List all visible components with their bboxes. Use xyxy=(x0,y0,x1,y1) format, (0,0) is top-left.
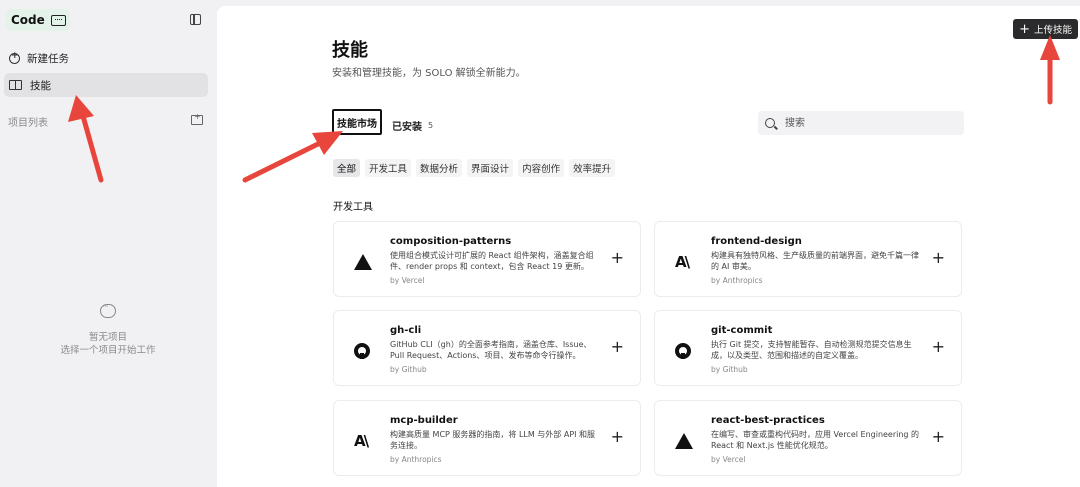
search-box[interactable] xyxy=(758,111,964,135)
filter-chip-content[interactable]: 内容创作 xyxy=(518,159,565,177)
skill-author: by Vercel xyxy=(390,276,425,285)
skill-card[interactable]: A\ frontend-design 构建具有独特风格、生产级质量的前端界面，避… xyxy=(654,221,962,297)
vercel-icon xyxy=(675,431,695,451)
add-skill-icon[interactable]: + xyxy=(611,339,624,355)
project-list-label: 项目列表 xyxy=(8,118,48,129)
filter-chip-ui-design[interactable]: 界面设计 xyxy=(467,159,514,177)
skill-name: react-best-practices xyxy=(711,415,825,426)
add-skill-icon[interactable]: + xyxy=(932,339,945,355)
skill-description: 在编写、审查或重构代码时，应用 Vercel Engineering 的 Rea… xyxy=(711,430,920,450)
add-skill-icon[interactable]: + xyxy=(932,429,945,445)
add-folder-icon[interactable] xyxy=(191,112,203,125)
empty-state-title: 暂无项目 xyxy=(88,332,127,343)
github-icon xyxy=(354,341,374,361)
brand-label: Code xyxy=(11,13,45,27)
skill-author: by Anthropics xyxy=(711,276,763,285)
skill-author: by Github xyxy=(711,365,748,374)
tab-skill-market[interactable]: 技能市场 xyxy=(332,109,382,135)
sidebar-item-label: 新建任务 xyxy=(27,52,69,65)
skill-card[interactable]: react-best-practices 在编写、审查或重构代码时，应用 Ver… xyxy=(654,400,962,476)
upload-skill-label: 上传技能 xyxy=(1033,25,1072,36)
skill-card[interactable]: A\ mcp-builder 构建高质量 MCP 服务器的指南，将 LLM 与外… xyxy=(333,400,641,476)
filter-chip-all[interactable]: 全部 xyxy=(333,159,361,177)
new-chat-icon xyxy=(9,51,20,64)
skill-description: 使用组合模式设计可扩展的 React 组件架构，涵盖复合组件、render pr… xyxy=(390,251,594,271)
skill-name: mcp-builder xyxy=(390,415,458,426)
page-title: 技能 xyxy=(332,40,368,61)
category-filters: 全部 开发工具 数据分析 界面设计 内容创作 效率提升 xyxy=(333,159,616,177)
brand-switcher[interactable]: Code xyxy=(6,9,70,31)
skill-description: 构建高质量 MCP 服务器的指南，将 LLM 与外部 API 和服务连接。 xyxy=(390,430,596,450)
skill-description: 执行 Git 提交，支持智能暂存、自动检测规范提交信息生成，以及类型、范围和描述… xyxy=(711,340,912,360)
tab-label: 技能市场 xyxy=(337,118,377,130)
skill-author: by Github xyxy=(390,365,427,374)
vercel-icon xyxy=(354,252,374,272)
page-subtitle: 安装和管理技能，为 SOLO 解锁全新能力。 xyxy=(332,68,526,79)
filter-chip-dev-tools[interactable]: 开发工具 xyxy=(365,159,412,177)
sidebar-item-skills[interactable]: 技能 xyxy=(4,73,208,97)
sidebar-item-new-task[interactable]: 新建任务 xyxy=(4,46,208,70)
filter-chip-data-analysis[interactable]: 数据分析 xyxy=(416,159,463,177)
skill-name: gh-cli xyxy=(390,325,422,336)
add-skill-icon[interactable]: + xyxy=(611,250,624,266)
skill-description: GitHub CLI（gh）的全面参考指南，涵盖仓库、Issue、Pull Re… xyxy=(390,340,592,360)
skill-name: composition-patterns xyxy=(390,236,512,247)
skill-author: by Anthropics xyxy=(390,455,442,464)
github-icon xyxy=(675,341,695,361)
empty-state-subtitle: 选择一个项目开始工作 xyxy=(60,345,156,356)
terminal-icon xyxy=(50,14,66,26)
sidebar: Code 新建任务 技能 项目列表 暂无项目 选择一个项目开始工作 xyxy=(0,0,216,487)
skill-description: 构建具有独特风格、生产级质量的前端界面，避免千篇一律的 AI 审美。 xyxy=(711,251,919,271)
tab-installed[interactable]: 已安装 5 xyxy=(392,114,433,136)
plus-icon: + xyxy=(1019,21,1030,37)
group-title: 开发工具 xyxy=(333,202,373,213)
sidebar-toggle-icon[interactable] xyxy=(190,14,201,25)
tab-label: 已安装 xyxy=(392,121,422,133)
anthropic-icon: A\ xyxy=(354,432,369,450)
sidebar-item-label: 技能 xyxy=(30,79,51,92)
skill-card[interactable]: git-commit 执行 Git 提交，支持智能暂存、自动检测规范提交信息生成… xyxy=(654,310,962,386)
empty-chat-icon xyxy=(100,302,116,318)
filter-chip-productivity[interactable]: 效率提升 xyxy=(569,159,616,177)
skill-name: git-commit xyxy=(711,325,773,336)
anthropic-icon: A\ xyxy=(675,253,690,271)
skill-card[interactable]: gh-cli GitHub CLI（gh）的全面参考指南，涵盖仓库、Issue、… xyxy=(333,310,641,386)
skill-card[interactable]: composition-patterns 使用组合模式设计可扩展的 React … xyxy=(333,221,641,297)
upload-skill-button[interactable]: + 上传技能 xyxy=(1013,19,1078,39)
search-input[interactable] xyxy=(783,116,947,130)
installed-count-badge: 5 xyxy=(428,120,434,130)
search-icon xyxy=(765,118,775,128)
skill-name: frontend-design xyxy=(711,236,802,247)
book-icon xyxy=(9,78,23,92)
add-skill-icon[interactable]: + xyxy=(611,429,624,445)
add-skill-icon[interactable]: + xyxy=(932,250,945,266)
skill-author: by Vercel xyxy=(711,455,746,464)
